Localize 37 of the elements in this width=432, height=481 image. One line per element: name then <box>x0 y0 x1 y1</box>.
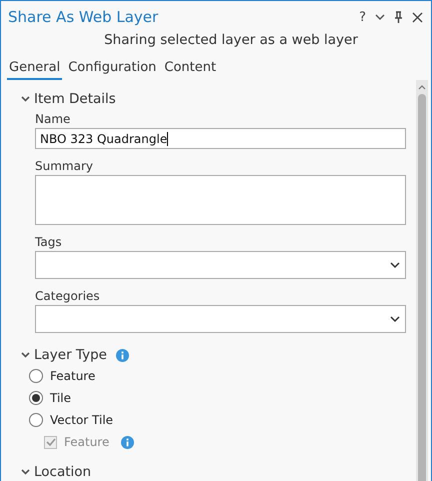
name-field[interactable]: NBO 323 Quadrangle <box>35 128 406 149</box>
chevron-icon[interactable] <box>21 96 30 102</box>
summary-field[interactable] <box>35 175 406 225</box>
scrollbar[interactable] <box>416 80 428 481</box>
tab[interactable]: Configuration <box>66 60 158 80</box>
chevron-down-icon[interactable] <box>375 14 385 20</box>
radio-button[interactable] <box>29 413 43 427</box>
dropdown-field[interactable] <box>35 305 406 333</box>
field-label: Categories <box>35 288 101 305</box>
field-label: Tags <box>35 234 63 251</box>
window-title: Share As Web Layer <box>8 8 158 26</box>
subtitle: Sharing selected layer as a web layer <box>103 32 359 48</box>
option-label: Feature <box>50 369 96 383</box>
field-value: NBO 323 Quadrangle <box>40 132 168 146</box>
chevron-down-icon <box>390 316 400 322</box>
scroll-up-icon[interactable] <box>418 85 426 90</box>
help-button[interactable]: ? <box>359 10 366 24</box>
chevron-icon[interactable] <box>21 469 30 475</box>
scrollbar-thumb[interactable] <box>418 94 426 481</box>
radio-button[interactable] <box>29 391 43 405</box>
info-icon[interactable] <box>116 348 129 362</box>
close-icon[interactable] <box>412 12 423 22</box>
section-title: Item Details <box>34 91 116 107</box>
tab[interactable]: General <box>7 60 62 80</box>
field-label: Summary <box>35 158 94 175</box>
option-label: Vector Tile <box>50 413 114 427</box>
chevron-icon[interactable] <box>21 352 30 358</box>
dropdown-field[interactable] <box>35 251 406 279</box>
pin-icon[interactable] <box>394 11 403 23</box>
field-label: Name <box>35 111 72 128</box>
option-label: Feature <box>64 435 110 449</box>
section-title: Location <box>34 464 92 480</box>
chevron-down-icon <box>390 262 400 268</box>
tab[interactable]: Content <box>162 60 218 80</box>
section-title: Layer Type <box>34 347 107 363</box>
radio-button[interactable] <box>29 369 43 383</box>
option-label: Tile <box>50 391 72 405</box>
